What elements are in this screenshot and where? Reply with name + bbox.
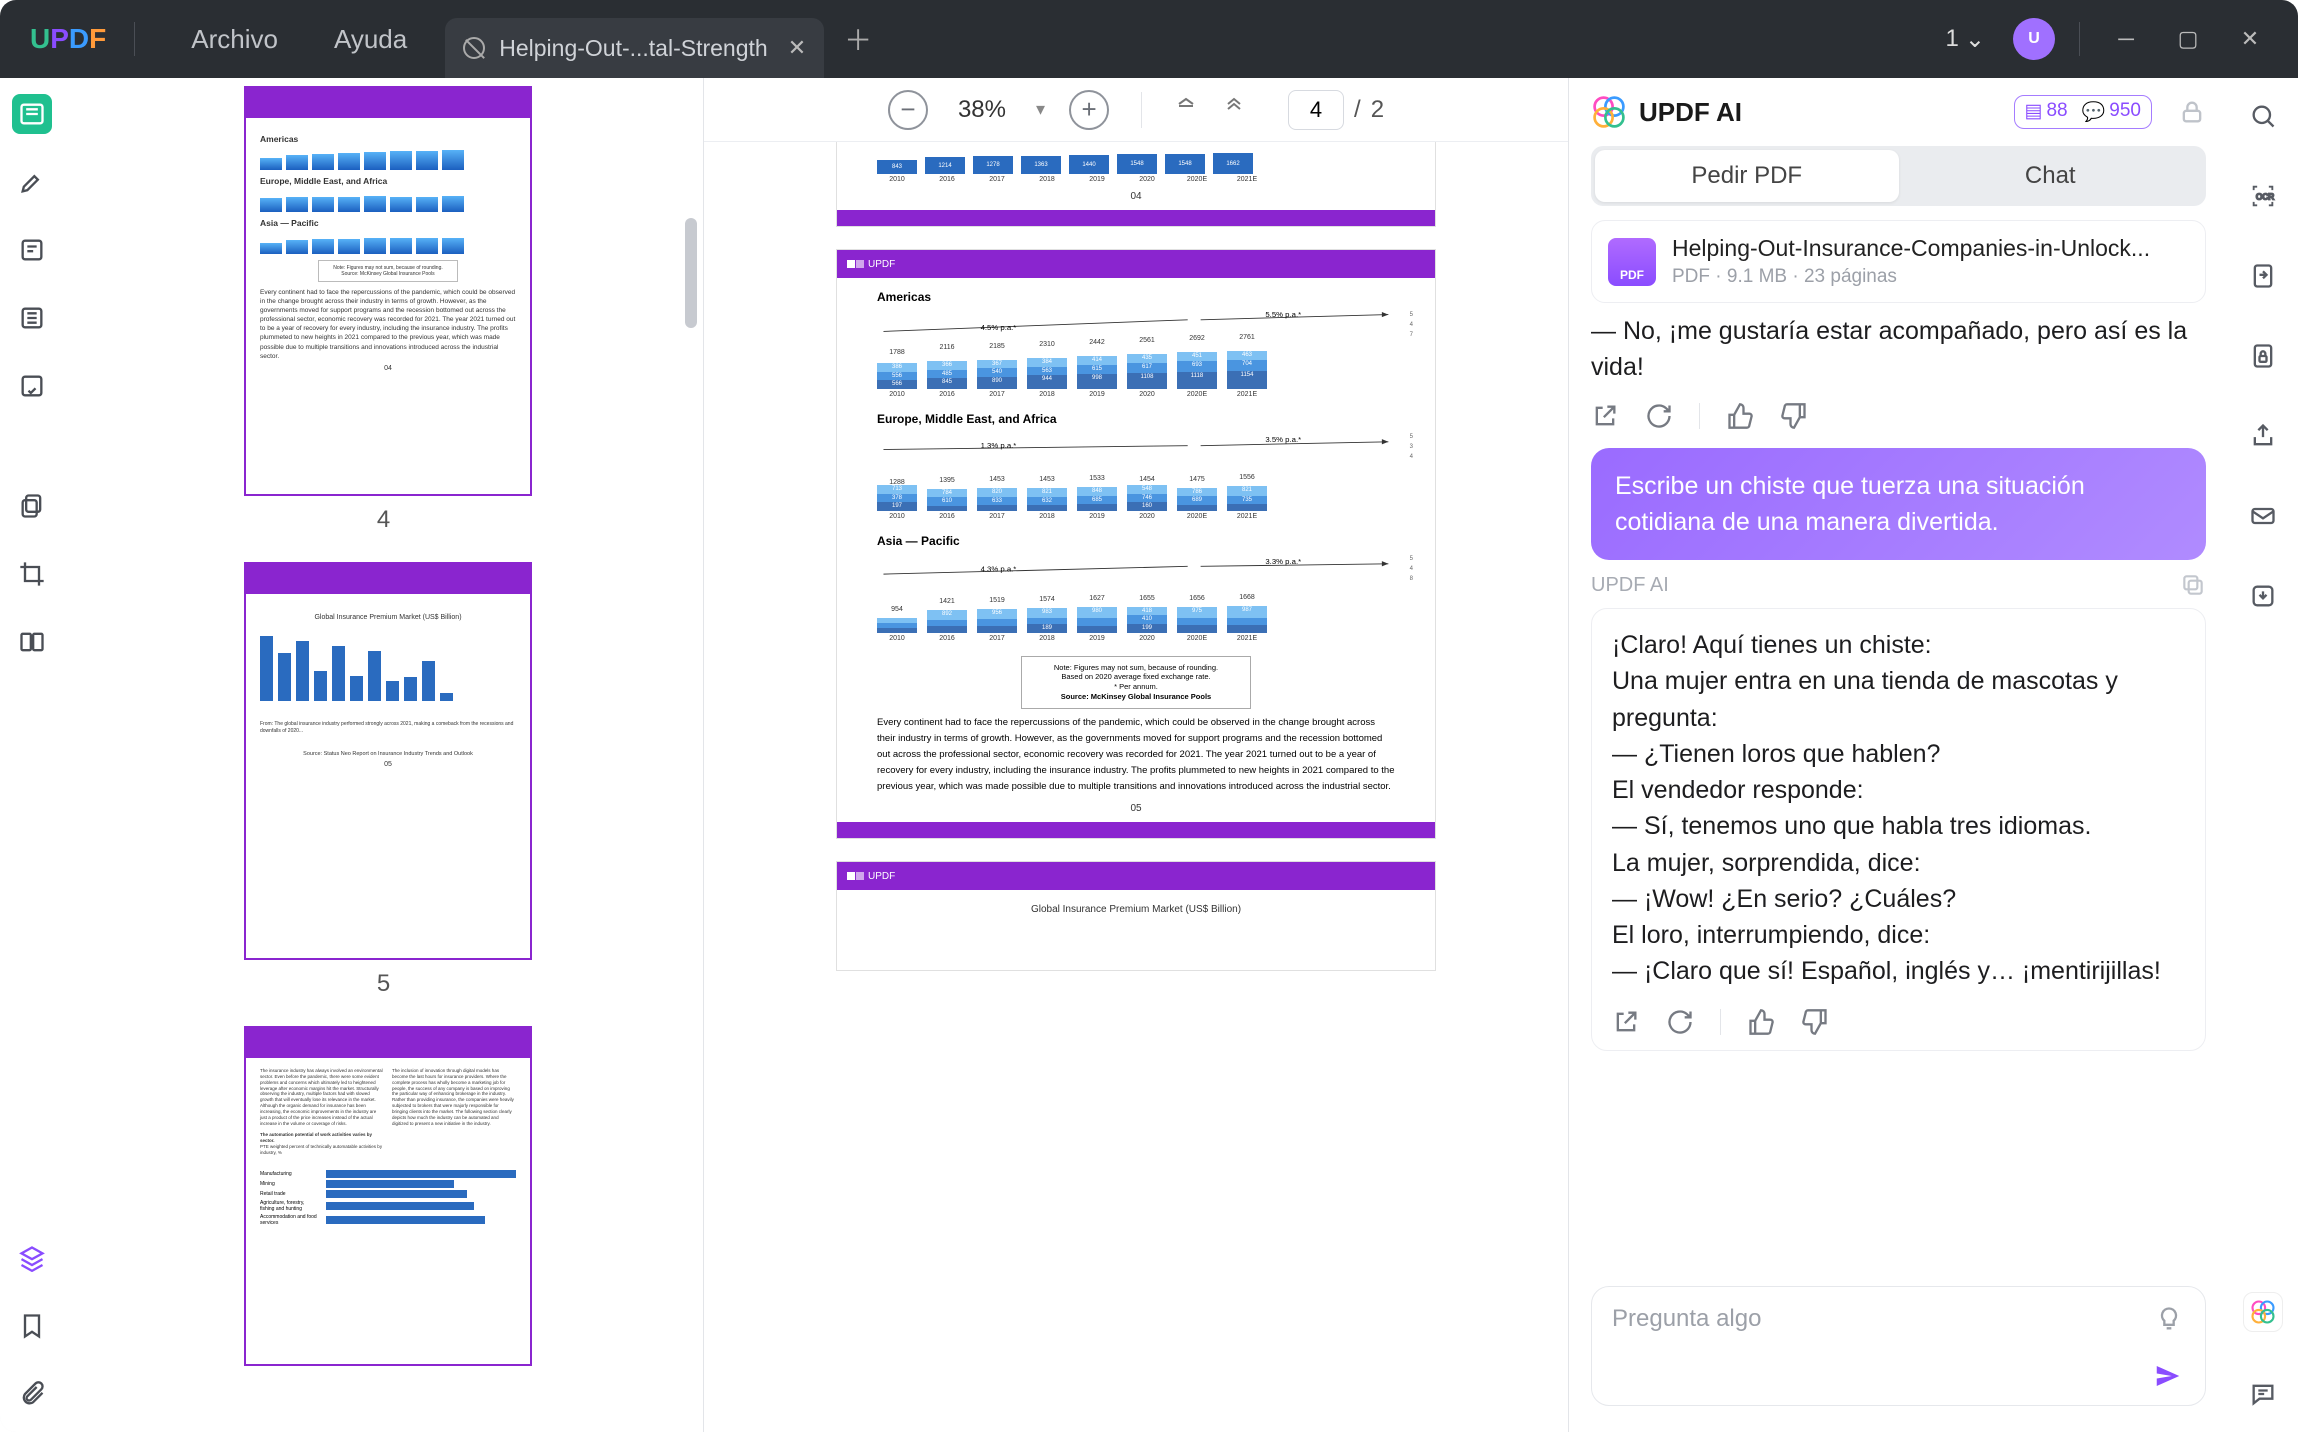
app-logo: UPDF xyxy=(30,23,106,55)
ai-file-name: Helping-Out-Insurance-Companies-in-Unloc… xyxy=(1672,235,2150,262)
thumb-label-4: 4 xyxy=(244,506,523,534)
thumb-label-5: 5 xyxy=(244,970,523,998)
copy-page-button[interactable] xyxy=(12,486,52,526)
form-tool-button[interactable] xyxy=(12,366,52,406)
scroll-top-icon[interactable] xyxy=(1174,95,1198,125)
svg-text:5.5% p.a.*: 5.5% p.a.* xyxy=(1265,312,1301,319)
doc-page-6: UPDF Global Insurance Premium Market (US… xyxy=(836,861,1436,971)
card-icon: ▤ xyxy=(2025,100,2043,124)
close-tab-icon[interactable]: ✕ xyxy=(788,35,806,61)
document-view: − 38% ▾ + / 2 843 1214 1278 1 xyxy=(704,78,1568,1432)
suggestions-icon[interactable] xyxy=(2155,1305,2183,1333)
title-bar: UPDF Archivo Ayuda Helping-Out-...tal-St… xyxy=(0,0,2298,78)
regenerate-icon[interactable] xyxy=(1666,1008,1694,1036)
export-icon[interactable] xyxy=(2245,258,2281,294)
assistant-msg-2: ¡Claro! Aquí tienes un chiste:Una mujer … xyxy=(1591,608,2206,1051)
regenerate-icon[interactable] xyxy=(1645,402,1673,430)
thumbnail-panel: Americas Europe, Middle East, and Africa… xyxy=(64,78,704,1432)
send-icon[interactable] xyxy=(2153,1361,2183,1391)
reader-mode-button[interactable] xyxy=(12,94,52,134)
page-indicator: / 2 xyxy=(1288,90,1384,130)
svg-text:3.5% p.a.*: 3.5% p.a.* xyxy=(1265,435,1301,444)
doc-page-5: UPDF Americas 4.5% p.a.*5.5% p.a.* 17883… xyxy=(836,249,1436,839)
user-avatar[interactable]: U xyxy=(2013,18,2055,60)
left-toolbar xyxy=(0,78,64,1432)
collapse-icon[interactable] xyxy=(1222,95,1246,125)
open-external-icon[interactable] xyxy=(1591,402,1619,430)
user-question: Escribe un chiste que tuerza una situaci… xyxy=(1591,448,2206,561)
ai-input-placeholder: Pregunta algo xyxy=(1612,1305,1761,1333)
open-external-icon[interactable] xyxy=(1612,1008,1640,1036)
plan-indicator[interactable]: 1 ⌄ xyxy=(1936,19,1995,60)
pdf-file-icon: PDF xyxy=(1608,238,1656,286)
assistant-msg-1: — No, ¡me gustaría estar acompañado, per… xyxy=(1591,313,2206,386)
thumbnail-page-6[interactable]: The insurance industry has always involv… xyxy=(244,1026,532,1366)
thumbnail-page-5[interactable]: Global Insurance Premium Market (US$ Bil… xyxy=(244,562,532,960)
plan-tier: 1 xyxy=(1946,25,1959,53)
copy-icon[interactable] xyxy=(2180,572,2206,598)
highlight-tool-button[interactable] xyxy=(12,162,52,202)
ai-tabs: Pedir PDF Chat xyxy=(1591,146,2206,206)
document-tab[interactable]: Helping-Out-...tal-Strength ✕ xyxy=(445,18,824,78)
doc-page-4: 843 1214 1278 1363 1440 1548 1548 1662 2… xyxy=(836,142,1436,227)
page-input[interactable] xyxy=(1288,90,1344,130)
svg-text:OCR: OCR xyxy=(2256,193,2274,202)
thumbs-down-icon[interactable] xyxy=(1780,402,1808,430)
edit-text-button[interactable] xyxy=(12,230,52,270)
svg-text:3.3% p.a.*: 3.3% p.a.* xyxy=(1265,557,1301,566)
thumbnail-scrollbar[interactable] xyxy=(685,218,697,328)
close-window-button[interactable]: ✕ xyxy=(2228,17,2272,61)
msg-actions-1 xyxy=(1591,402,2206,430)
tab-title: Helping-Out-...tal-Strength xyxy=(499,35,767,62)
page-organize-button[interactable] xyxy=(12,298,52,338)
zoom-in-button[interactable]: + xyxy=(1069,90,1109,130)
doc-tab-icon xyxy=(463,37,485,59)
ai-usage-stats[interactable]: ▤88 💬950 xyxy=(2014,95,2152,129)
maximize-button[interactable]: ▢ xyxy=(2166,17,2210,61)
thumbnail-page-4[interactable]: Americas Europe, Middle East, and Africa… xyxy=(244,86,532,496)
menu-archivo[interactable]: Archivo xyxy=(163,24,306,55)
document-topbar: − 38% ▾ + / 2 xyxy=(704,78,1568,142)
zoom-out-button[interactable]: − xyxy=(888,90,928,130)
tab-pedir-pdf[interactable]: Pedir PDF xyxy=(1595,150,1899,202)
email-icon[interactable] xyxy=(2245,498,2281,534)
chat-count-icon: 💬 xyxy=(2082,100,2106,124)
ai-input-box[interactable]: Pregunta algo xyxy=(1591,1286,2206,1406)
thumbs-up-icon[interactable] xyxy=(1726,402,1754,430)
ai-panel-title: UPDF AI xyxy=(1639,97,1742,128)
crop-tool-button[interactable] xyxy=(12,554,52,594)
chevron-down-icon: ⌄ xyxy=(1965,25,1985,54)
zoom-dropdown-icon[interactable]: ▾ xyxy=(1036,99,1045,120)
svg-text:1.3% p.a.*: 1.3% p.a.* xyxy=(981,441,1017,450)
page-scroll-area[interactable]: 843 1214 1278 1363 1440 1548 1548 1662 2… xyxy=(704,142,1568,1432)
ai-source-label: UPDF AI xyxy=(1591,572,2206,598)
minimize-button[interactable]: ─ xyxy=(2104,17,2148,61)
thumbs-down-icon[interactable] xyxy=(1801,1008,1829,1036)
thumbs-up-icon[interactable] xyxy=(1747,1008,1775,1036)
search-icon[interactable] xyxy=(2245,98,2281,134)
right-toolbar: OCR xyxy=(2228,78,2298,1432)
new-tab-button[interactable]: ＋ xyxy=(844,19,872,59)
ai-file-meta: PDF · 9.1 MB · 23 páginas xyxy=(1672,266,2150,288)
attachment-button[interactable] xyxy=(12,1374,52,1414)
compare-tool-button[interactable] xyxy=(12,622,52,662)
ai-panel: UPDF AI ▤88 💬950 Pedir PDF Chat PDF Help… xyxy=(1568,78,2228,1432)
lock-icon[interactable] xyxy=(2178,98,2206,126)
save-icon[interactable] xyxy=(2245,578,2281,614)
chat-scroll[interactable]: — No, ¡me gustaría estar acompañado, per… xyxy=(1569,303,2228,1272)
layers-button[interactable] xyxy=(12,1238,52,1278)
ocr-icon[interactable]: OCR xyxy=(2245,178,2281,214)
svg-text:4.3% p.a.*: 4.3% p.a.* xyxy=(981,564,1017,573)
protect-icon[interactable] xyxy=(2245,338,2281,374)
bookmark-button[interactable] xyxy=(12,1306,52,1346)
menu-ayuda[interactable]: Ayuda xyxy=(306,24,435,55)
ai-logo-icon xyxy=(1591,94,1627,130)
zoom-value: 38% xyxy=(958,96,1006,124)
ai-file-card[interactable]: PDF Helping-Out-Insurance-Companies-in-U… xyxy=(1591,220,2206,303)
comment-icon[interactable] xyxy=(2245,1376,2281,1412)
tab-chat[interactable]: Chat xyxy=(1899,150,2203,202)
ai-chip-icon[interactable] xyxy=(2243,1292,2283,1332)
svg-text:4.5% p.a.*: 4.5% p.a.* xyxy=(981,323,1017,332)
share-icon[interactable] xyxy=(2245,418,2281,454)
